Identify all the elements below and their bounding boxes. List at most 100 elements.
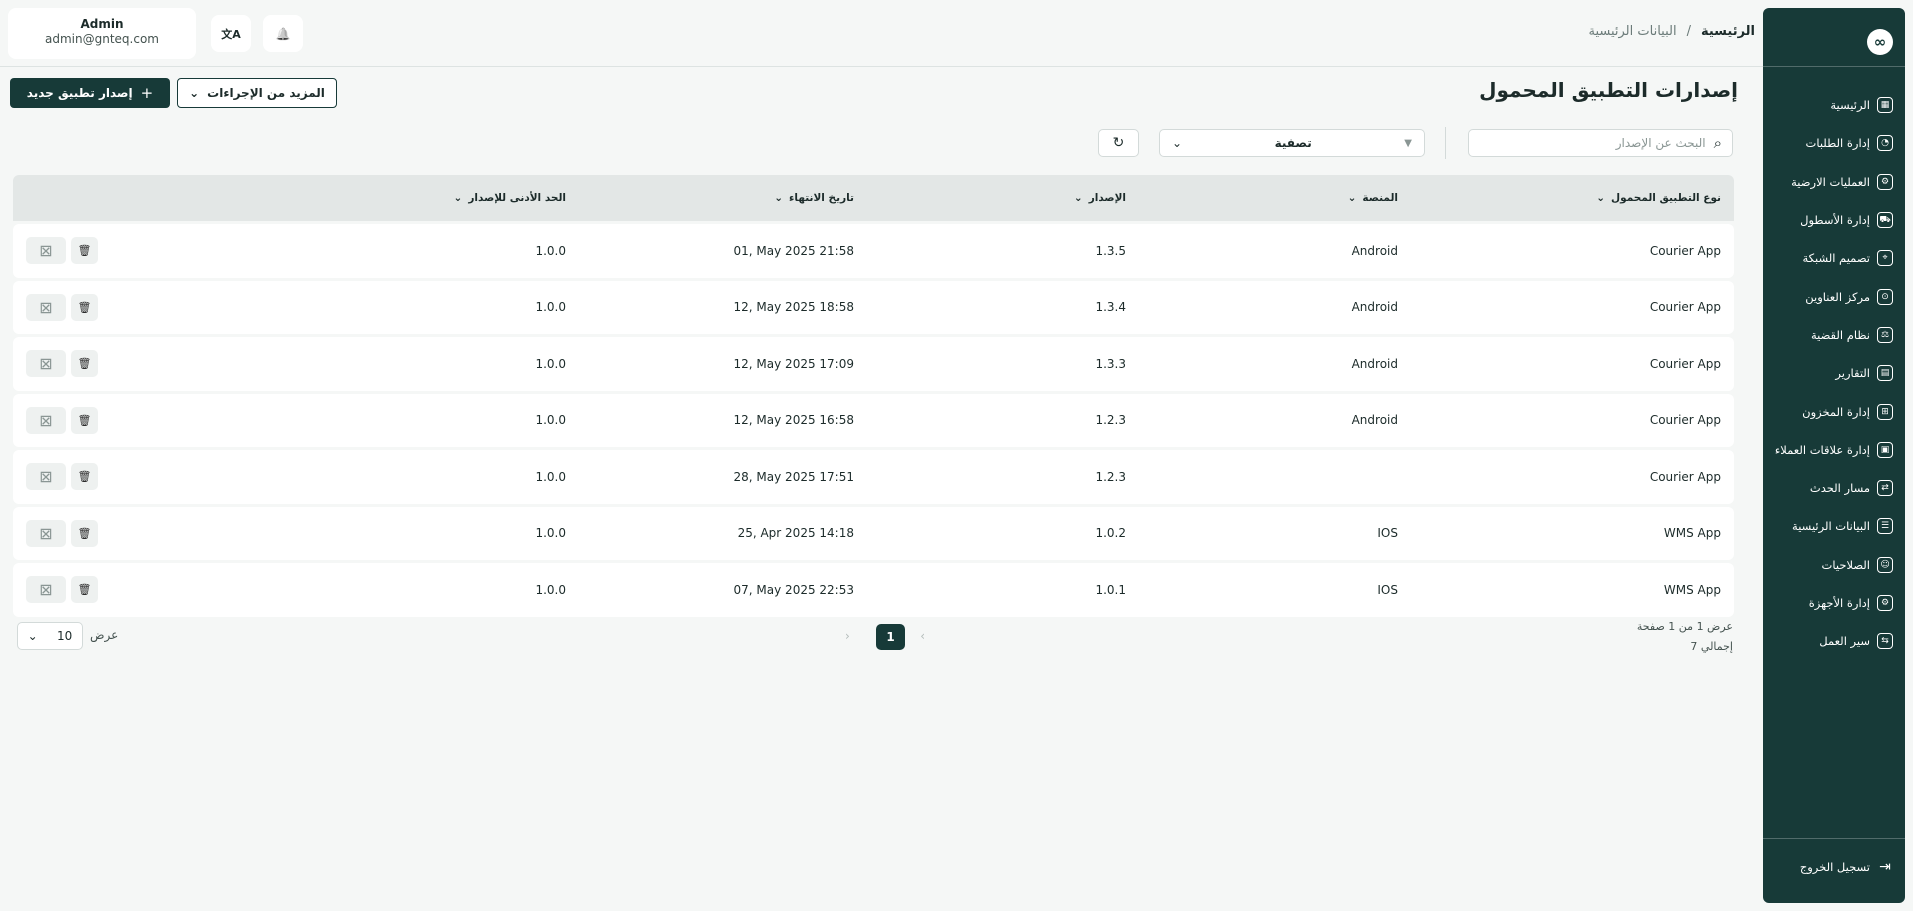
cell-platform: IOS bbox=[1377, 582, 1398, 597]
header-version[interactable]: الإصدار ⌄ bbox=[1074, 175, 1126, 221]
header-version-label: الإصدار bbox=[1088, 192, 1126, 204]
more-actions-label: المزيد من الإجراءات bbox=[207, 86, 325, 100]
sidebar-item-label: البيانات الرئيسية bbox=[1792, 519, 1870, 534]
logout-icon: ⇥ bbox=[1879, 859, 1891, 875]
cell-min-version: 1.0.0 bbox=[535, 413, 566, 428]
sidebar-divider bbox=[1763, 66, 1905, 67]
new-app-version-button[interactable]: + إصدار تطبيق جديد bbox=[10, 78, 170, 108]
sort-icon: ⌄ bbox=[1347, 192, 1357, 204]
sidebar-item-label: العمليات الارضية bbox=[1791, 174, 1870, 189]
table-row: WMS App IOS 1.0.1 07, May 2025 22:53 1.0.0 🗑 ⊠ bbox=[13, 563, 1734, 617]
expire-button[interactable]: ⊠ bbox=[26, 519, 66, 547]
cell-version: 1.3.5 bbox=[1095, 243, 1126, 258]
calendar-off-icon: ⊠ bbox=[39, 410, 53, 430]
home-icon: ▦ bbox=[1877, 97, 1893, 114]
page-number-current[interactable]: 1 bbox=[876, 624, 905, 650]
pagination-info: عرض 1 من 1 صفحة إجمالي 7 bbox=[1637, 617, 1733, 657]
calendar-off-icon: ⊠ bbox=[39, 523, 53, 543]
sidebar-item-12[interactable]: ☰ البيانات الرئيسية bbox=[1763, 507, 1905, 545]
notifications-button[interactable]: 🔔 bbox=[263, 15, 303, 52]
header-min-version-label: الحد الأدنى للإصدار bbox=[468, 192, 566, 204]
sidebar-item-6[interactable]: ⊙ مركز العناوين bbox=[1763, 277, 1905, 315]
sidebar-item-15[interactable]: ⇆ سير العمل bbox=[1763, 622, 1905, 660]
calendar-off-icon: ⊠ bbox=[39, 354, 53, 373]
sidebar-item-9[interactable]: ⊞ إدارة المخزون bbox=[1763, 392, 1905, 430]
delete-button[interactable]: 🗑 bbox=[71, 576, 98, 603]
sidebar-item-4[interactable]: ⛟ إدارة الأسطول bbox=[1763, 201, 1905, 239]
delete-button[interactable]: 🗑 bbox=[71, 519, 98, 547]
delete-button[interactable]: 🗑 bbox=[71, 237, 98, 264]
address-icon: ⊙ bbox=[1877, 288, 1893, 305]
sidebar-item-1[interactable]: ▦ الرئيسية bbox=[1763, 86, 1905, 124]
sidebar-item-7[interactable]: ⚖ نظام القضية bbox=[1763, 316, 1905, 354]
table-body: Courier App Android 1.3.5 01, May 2025 21:5… bbox=[13, 224, 1734, 617]
next-page-icon[interactable]: › bbox=[845, 629, 850, 643]
cell-expiry-date: 07, May 2025 22:53 bbox=[733, 582, 854, 597]
sidebar-item-label: إدارة علاقات العملاء bbox=[1774, 442, 1870, 457]
table-row: Courier App Android 1.2.3 12, May 2025 16:5… bbox=[13, 393, 1734, 447]
sidebar-item-10[interactable]: ▣ إدارة علاقات العملاء bbox=[1763, 431, 1905, 469]
header-app-type[interactable]: نوع التطبيق المحمول ⌄ bbox=[1596, 175, 1721, 221]
chevron-down-icon: ⌄ bbox=[189, 86, 200, 100]
sidebar-item-label: مسار الحدث bbox=[1809, 481, 1870, 496]
plus-icon: + bbox=[140, 84, 154, 102]
sidebar-item-5[interactable]: ⌖ تصميم الشبكة bbox=[1763, 239, 1905, 277]
expire-button[interactable]: ⊠ bbox=[26, 350, 66, 377]
refresh-icon: ↻ bbox=[1112, 135, 1125, 151]
refresh-button[interactable]: ↻ bbox=[1098, 129, 1139, 157]
sidebar-divider bbox=[1763, 838, 1905, 839]
cell-app-type: WMS App bbox=[1663, 582, 1721, 597]
fleet-icon: ⛟ bbox=[1877, 212, 1893, 229]
trash-icon: 🗑 bbox=[77, 583, 92, 596]
breadcrumb-home[interactable]: الرئيسية bbox=[1701, 24, 1755, 39]
pagination-showing: عرض 1 من 1 صفحة bbox=[1636, 620, 1733, 633]
logo-icon[interactable]: ∞ bbox=[1867, 29, 1893, 55]
sidebar-item-2[interactable]: ◔ إدارة الطلبات bbox=[1763, 124, 1905, 162]
cell-min-version: 1.0.0 bbox=[535, 582, 566, 597]
cell-min-version: 1.0.0 bbox=[535, 469, 566, 484]
expire-button[interactable]: ⊠ bbox=[26, 576, 66, 603]
sidebar-item-14[interactable]: ⚙ إدارة الأجهزة bbox=[1763, 584, 1905, 622]
search-box[interactable]: ⌕ bbox=[1468, 129, 1733, 157]
translate-icon: 文A bbox=[221, 27, 241, 41]
logout-button[interactable]: ⇥ تسجيل الخروج bbox=[1763, 859, 1905, 875]
filter-dropdown[interactable]: ▼ تصفية ⌄ bbox=[1159, 129, 1425, 157]
table-row: Courier App 1.2.3 28, May 2025 17:51 1.0.0 🗑… bbox=[13, 450, 1734, 504]
trash-icon: 🗑 bbox=[77, 244, 92, 257]
sidebar-item-label: نظام القضية bbox=[1810, 327, 1870, 342]
header-min-version[interactable]: الحد الأدنى للإصدار ⌄ bbox=[454, 175, 566, 221]
cell-app-type: Courier App bbox=[1649, 243, 1721, 258]
delete-button[interactable]: 🗑 bbox=[71, 350, 98, 377]
delete-button[interactable]: 🗑 bbox=[71, 463, 98, 490]
header-expiry-date[interactable]: تاريخ الانتهاء ⌄ bbox=[774, 175, 854, 221]
table-row: WMS App IOS 1.0.2 25, Apr 2025 14:18 1.0.0 🗑 ⊠ bbox=[13, 506, 1734, 560]
cell-expiry-date: 12, May 2025 18:58 bbox=[733, 300, 854, 315]
pagination: › 1 ‹ bbox=[845, 624, 925, 650]
prev-page-icon[interactable]: ‹ bbox=[920, 629, 925, 643]
page-size-select[interactable]: ⌄ 10 bbox=[17, 622, 83, 650]
cell-version: 1.2.3 bbox=[1095, 469, 1126, 484]
more-actions-button[interactable]: المزيد من الإجراءات ⌄ bbox=[177, 78, 337, 108]
expire-button[interactable]: ⊠ bbox=[26, 293, 66, 321]
cell-expiry-date: 12, May 2025 16:58 bbox=[733, 413, 854, 428]
delete-button[interactable]: 🗑 bbox=[71, 293, 98, 321]
sidebar-item-13[interactable]: ☺ الصلاحيات bbox=[1763, 546, 1905, 584]
expire-button[interactable]: ⊠ bbox=[26, 406, 66, 434]
cell-platform: Android bbox=[1351, 243, 1398, 258]
sidebar-item-label: الرئيسية bbox=[1830, 98, 1870, 113]
sidebar-item-8[interactable]: ▤ التقارير bbox=[1763, 354, 1905, 392]
search-input[interactable] bbox=[1479, 136, 1706, 150]
delete-button[interactable]: 🗑 bbox=[71, 406, 98, 434]
breadcrumb-current[interactable]: البيانات الرئيسية bbox=[1588, 24, 1676, 39]
expire-button[interactable]: ⊠ bbox=[26, 463, 66, 490]
case-icon: ⚖ bbox=[1877, 326, 1893, 343]
user-card[interactable]: Admin admin@gnteq.com bbox=[8, 8, 196, 59]
expire-button[interactable]: ⊠ bbox=[26, 237, 66, 264]
sidebar-item-11[interactable]: ⇄ مسار الحدث bbox=[1763, 469, 1905, 507]
sidebar-item-label: إدارة الأجهزة bbox=[1808, 596, 1870, 610]
devices-icon: ⚙ bbox=[1877, 595, 1893, 611]
header-platform[interactable]: المنصة ⌄ bbox=[1348, 175, 1398, 221]
user-name: Admin bbox=[80, 17, 124, 31]
sidebar-item-3[interactable]: ⚙ العمليات الارضية bbox=[1763, 163, 1905, 201]
translate-button[interactable]: 文A bbox=[211, 15, 251, 52]
